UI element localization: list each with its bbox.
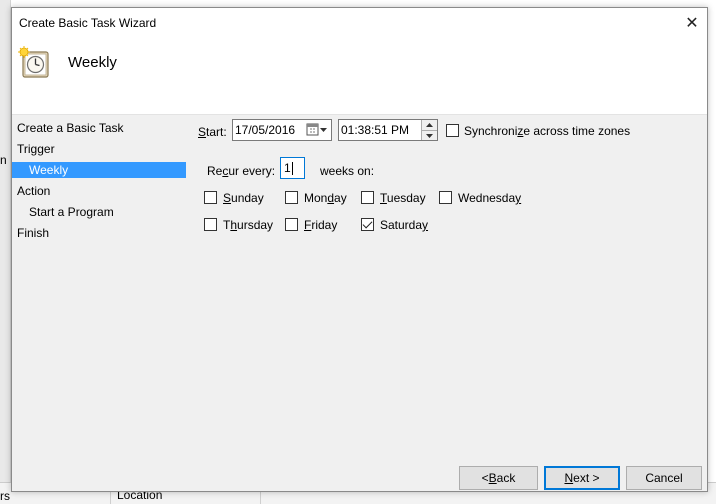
close-icon: ✕ [685, 15, 699, 32]
background-fragment-text: rs [0, 489, 10, 503]
sunday-label: Sunday [223, 191, 264, 205]
saturday-checkbox[interactable] [361, 218, 374, 231]
monday-label: Monday [304, 191, 347, 205]
tuesday-label: Tuesday [380, 191, 426, 205]
friday-label: Friday [304, 218, 338, 232]
cancel-button[interactable]: Cancel [626, 466, 702, 490]
task-scheduler-clock-icon [18, 46, 49, 78]
step-action: Action [17, 184, 51, 198]
time-spinner[interactable] [421, 120, 437, 140]
weeks-on-label: weeks on: [320, 164, 375, 178]
spin-down-icon[interactable] [422, 130, 437, 140]
spin-up-icon[interactable] [422, 120, 437, 130]
calendar-dropdown-icon[interactable] [306, 123, 328, 137]
recur-every-input[interactable]: 1 [280, 157, 305, 179]
saturday-label: Saturday [380, 218, 429, 232]
close-button[interactable]: ✕ [677, 8, 707, 38]
step-trigger: Trigger [17, 142, 55, 156]
step-weekly: Weekly [12, 162, 186, 178]
next-button[interactable]: Next > [544, 466, 620, 490]
wednesday-label: Wednesday [458, 191, 522, 205]
tuesday-checkbox[interactable] [361, 191, 374, 204]
wednesday-checkbox[interactable] [439, 191, 452, 204]
start-time-value: 01:38:51 PM [341, 123, 410, 137]
wizard-header: Weekly [12, 38, 707, 115]
start-label: Start: [198, 125, 227, 139]
start-time-picker[interactable]: 01:38:51 PM [338, 119, 438, 141]
sunday-checkbox[interactable] [204, 191, 217, 204]
synchronize-time-zones-label: Synchronize across time zones [464, 124, 631, 138]
synchronize-time-zones-checkbox[interactable] [446, 124, 459, 137]
step-finish: Finish [17, 226, 50, 240]
thursday-label: Thursday [223, 218, 274, 232]
back-button[interactable]: < Back [459, 466, 538, 490]
friday-checkbox[interactable] [285, 218, 298, 231]
page-title: Weekly [68, 54, 117, 71]
title-bar[interactable]: Create Basic Task Wizard ✕ [12, 8, 707, 38]
recur-every-label: Recur every: [207, 164, 276, 178]
background-fragment-text: n [0, 153, 7, 167]
step-create-basic-task: Create a Basic Task [17, 121, 124, 135]
step-start-a-program: Start a Program [29, 205, 114, 219]
background-left-pane [0, 0, 11, 504]
start-date-value: 17/05/2016 [235, 123, 296, 137]
create-basic-task-wizard-dialog: Create Basic Task Wizard ✕ Weekly Create… [11, 7, 708, 492]
thursday-checkbox[interactable] [204, 218, 217, 231]
monday-checkbox[interactable] [285, 191, 298, 204]
window-title: Create Basic Task Wizard [19, 16, 157, 30]
start-date-picker[interactable]: 17/05/2016 [232, 119, 332, 141]
